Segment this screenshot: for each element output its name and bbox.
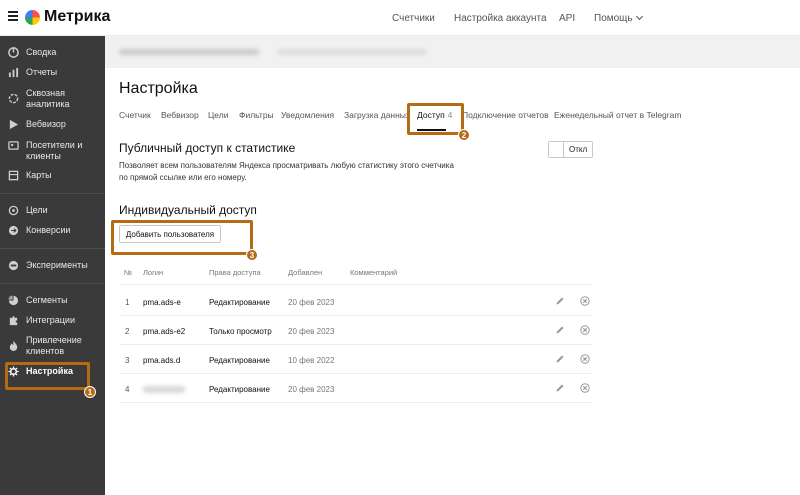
sidebar-item-label: Интеграции: [26, 315, 75, 325]
row-login: pma.ads.d: [143, 356, 181, 365]
annotation-badge: 1: [84, 386, 96, 398]
breadcrumb: [105, 36, 800, 68]
row-number: 3: [125, 356, 130, 365]
puzzle-icon: [9, 316, 18, 326]
logo[interactable]: Метрика: [25, 7, 110, 27]
menu-icon[interactable]: [8, 11, 18, 21]
row-login: pma.ads-e: [143, 298, 181, 307]
delete-icon[interactable]: [580, 354, 590, 364]
app-name: Метрика: [44, 8, 111, 25]
edit-pencil-icon[interactable]: [555, 383, 565, 393]
sidebar-item-label: Эксперименты: [26, 260, 88, 270]
map-icon: [8, 170, 19, 181]
blurred-counter-url: [277, 49, 427, 55]
logo-icon: [25, 9, 40, 25]
column-header-comment: Комментарий: [350, 268, 398, 277]
experiment-icon: [8, 260, 19, 271]
row-login: pma.ads-e2: [143, 327, 186, 336]
blurred-counter-name: [119, 49, 259, 55]
edit-pencil-icon[interactable]: [555, 296, 565, 306]
tab-telegram-report[interactable]: Еженедельный отчет в Telegram: [554, 110, 681, 120]
sidebar-item-label: Привлечение клиентов: [26, 335, 82, 356]
sidebar-divider: [0, 283, 105, 284]
edit-pencil-icon[interactable]: [555, 325, 565, 335]
annotation-frame-access-tab: [407, 103, 464, 135]
chevron-down-icon: [635, 12, 643, 20]
delete-icon[interactable]: [580, 296, 590, 306]
public-access-toggle[interactable]: Откл: [548, 141, 593, 158]
row-rights: Только просмотр: [209, 327, 272, 336]
row-rights: Редактирование: [209, 356, 270, 365]
sidebar-item-label: Карты: [26, 170, 52, 180]
flame-icon: [9, 340, 18, 351]
column-header-number: №: [124, 268, 133, 277]
column-header-login: Логин: [143, 268, 164, 277]
sidebar-item-label: Вебвизор: [26, 119, 66, 129]
people-icon: [8, 141, 19, 150]
annotation-frame-add-user: [111, 220, 253, 255]
nav-help[interactable]: Помощь: [594, 12, 643, 24]
sidebar-item-label: Конверсии: [26, 225, 71, 235]
nav-help-label: Помощь: [594, 12, 633, 24]
tab-notifications[interactable]: Уведомления: [281, 110, 334, 120]
bar-chart-icon: [8, 67, 19, 78]
table-row: 3 pma.ads.d Редактирование 10 фев 2022: [119, 345, 593, 374]
tab-goals[interactable]: Цели: [208, 110, 228, 120]
row-number: 1: [125, 298, 130, 307]
tab-webvisor[interactable]: Вебвизор: [161, 110, 199, 120]
pie-icon: [8, 295, 19, 306]
grid-icon: [8, 47, 19, 58]
public-access-title: Публичный доступ к статистике: [119, 141, 296, 155]
column-header-added: Добавлен: [288, 268, 323, 277]
annotation-badge: 3: [246, 249, 258, 261]
row-number: 4: [125, 385, 130, 394]
blurred-login: [143, 386, 185, 393]
sidebar-item-label: Сквозная аналитика: [26, 88, 70, 109]
conversion-icon: [8, 225, 19, 236]
tab-report-connection[interactable]: Подключение отчетов: [462, 110, 549, 120]
annotation-badge: 2: [458, 129, 470, 141]
toggle-label: Откл: [569, 145, 588, 154]
sidebar-item-label: Сегменты: [26, 295, 68, 305]
toggle-knob: [549, 142, 564, 157]
funnel-icon: [8, 93, 19, 104]
annotation-frame-settings: [5, 362, 90, 390]
row-added: 10 фев 2022: [288, 356, 335, 365]
row-rights: Редактирование: [209, 298, 270, 307]
sidebar-divider: [0, 193, 105, 194]
table-header-divider: [119, 284, 593, 285]
sidebar: Сводка Отчеты Сквозная аналитика Вебвизо…: [0, 36, 105, 495]
table-row: 2 pma.ads-e2 Только просмотр 20 фев 2023: [119, 316, 593, 345]
public-access-description: Позволяет всем пользователям Яндекса про…: [119, 161, 454, 182]
table-row: 1 pma.ads-e Редактирование 20 фев 2023: [119, 287, 593, 316]
row-added: 20 фев 2023: [288, 327, 335, 336]
top-bar: Метрика Счетчики Настройка аккаунта API …: [0, 0, 800, 36]
page-title: Настройка: [119, 80, 198, 97]
sidebar-item-label: Отчеты: [26, 67, 58, 77]
edit-pencil-icon[interactable]: [555, 354, 565, 364]
table-row: 4 Редактирование 20 фев 2023: [119, 374, 593, 403]
row-added: 20 фев 2023: [288, 298, 335, 307]
row-added: 20 фев 2023: [288, 385, 335, 394]
row-rights: Редактирование: [209, 385, 270, 394]
column-header-rights: Права доступа: [209, 268, 261, 277]
delete-icon[interactable]: [580, 383, 590, 393]
sidebar-item-label: Цели: [26, 205, 48, 215]
individual-access-title: Индивидуальный доступ: [119, 203, 257, 217]
nav-api[interactable]: API: [559, 13, 575, 24]
nav-counters[interactable]: Счетчики: [392, 13, 435, 24]
sidebar-item-label: Посетители и клиенты: [26, 140, 83, 161]
sidebar-divider: [0, 248, 105, 249]
row-number: 2: [125, 327, 130, 336]
tab-counter[interactable]: Счетчик: [119, 110, 151, 120]
target-icon: [8, 205, 19, 216]
tab-filters[interactable]: Фильтры: [239, 110, 274, 120]
tab-data-upload[interactable]: Загрузка данных: [344, 110, 410, 120]
play-icon: [9, 119, 19, 130]
sidebar-item-label: Сводка: [26, 47, 57, 57]
nav-account-settings[interactable]: Настройка аккаунта: [454, 13, 547, 24]
delete-icon[interactable]: [580, 325, 590, 335]
